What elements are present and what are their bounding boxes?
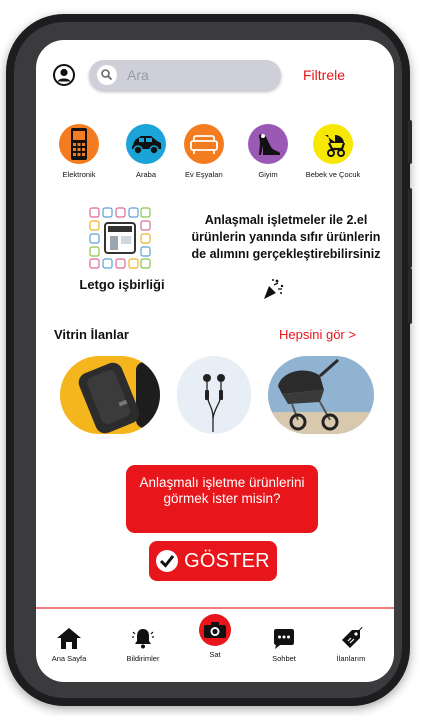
- stroller-icon: [313, 124, 353, 164]
- partnership-text: Anlaşmalı işletmeler ile 2.el ürünlerin …: [191, 213, 381, 261]
- filter-button[interactable]: Filtrele: [303, 67, 345, 83]
- show-button-label: GÖSTER: [184, 549, 270, 572]
- check-icon: [156, 550, 179, 572]
- nav-chat[interactable]: Sohbet: [254, 624, 314, 663]
- partnership-title: Letgo işbirliği: [79, 277, 165, 292]
- search-input[interactable]: [127, 65, 267, 85]
- stroller-image: [268, 358, 374, 434]
- side-button: [408, 268, 412, 324]
- showcase-title: Vitrin İlanlar: [54, 327, 129, 342]
- price-tag-icon: [321, 624, 381, 650]
- nav-notifications-label: Bildirimler: [126, 654, 160, 663]
- nav-home-label: Ana Sayfa: [51, 654, 87, 663]
- power-button: [408, 188, 412, 268]
- partner-products-prompt: Anlaşmalı işletme ürünlerini görmek iste…: [126, 465, 318, 533]
- nav-divider: [36, 607, 394, 609]
- nav-home[interactable]: Ana Sayfa: [39, 624, 99, 663]
- category-label: Giyim: [258, 170, 278, 179]
- search-bar[interactable]: [89, 60, 281, 90]
- earphones-image: [203, 374, 225, 432]
- volume-button: [408, 120, 412, 164]
- nav-chat-label: Sohbet: [272, 654, 296, 663]
- show-button[interactable]: GÖSTER: [149, 541, 277, 581]
- phone-icon: [59, 124, 99, 164]
- category-home[interactable]: Ev Eşyaları: [171, 124, 237, 179]
- showcase-item-stroller[interactable]: [268, 356, 374, 434]
- chat-icon: [254, 624, 314, 650]
- camera-icon: [204, 622, 226, 638]
- confetti-icon: [264, 279, 284, 299]
- nav-sell-label: Sat: [209, 650, 221, 659]
- see-all-link[interactable]: Hepsini gör >: [279, 327, 356, 342]
- powerbank-image: [78, 362, 160, 434]
- nav-my-listings[interactable]: İlanlarım: [321, 624, 381, 663]
- nav-notifications[interactable]: Bildirimler: [113, 624, 173, 663]
- sell-button[interactable]: [199, 614, 231, 646]
- category-label: Araba: [135, 170, 156, 179]
- bell-icon: [113, 624, 173, 650]
- store-grid-icon: [89, 207, 151, 269]
- search-icon: [97, 65, 117, 85]
- profile-icon[interactable]: [53, 64, 75, 86]
- category-clothing[interactable]: Giyim: [235, 124, 301, 179]
- car-icon: [126, 124, 166, 164]
- sofa-icon: [184, 124, 224, 164]
- category-label: Elektronik: [62, 170, 96, 179]
- shoe-icon: [248, 124, 288, 164]
- nav-my-listings-label: İlanlarım: [336, 654, 366, 663]
- category-car[interactable]: Araba: [113, 124, 179, 179]
- home-icon: [39, 624, 99, 650]
- category-label: Ev Eşyaları: [185, 170, 223, 179]
- app-screen: Filtrele Elektronik: [36, 40, 394, 682]
- showcase-item-earphones[interactable]: [177, 356, 251, 434]
- category-electronics[interactable]: Elektronik: [46, 124, 112, 179]
- showcase-item-powerbank[interactable]: [60, 356, 160, 434]
- category-label: Bebek ve Çocuk: [305, 170, 361, 179]
- category-baby[interactable]: Bebek ve Çocuk: [300, 124, 366, 179]
